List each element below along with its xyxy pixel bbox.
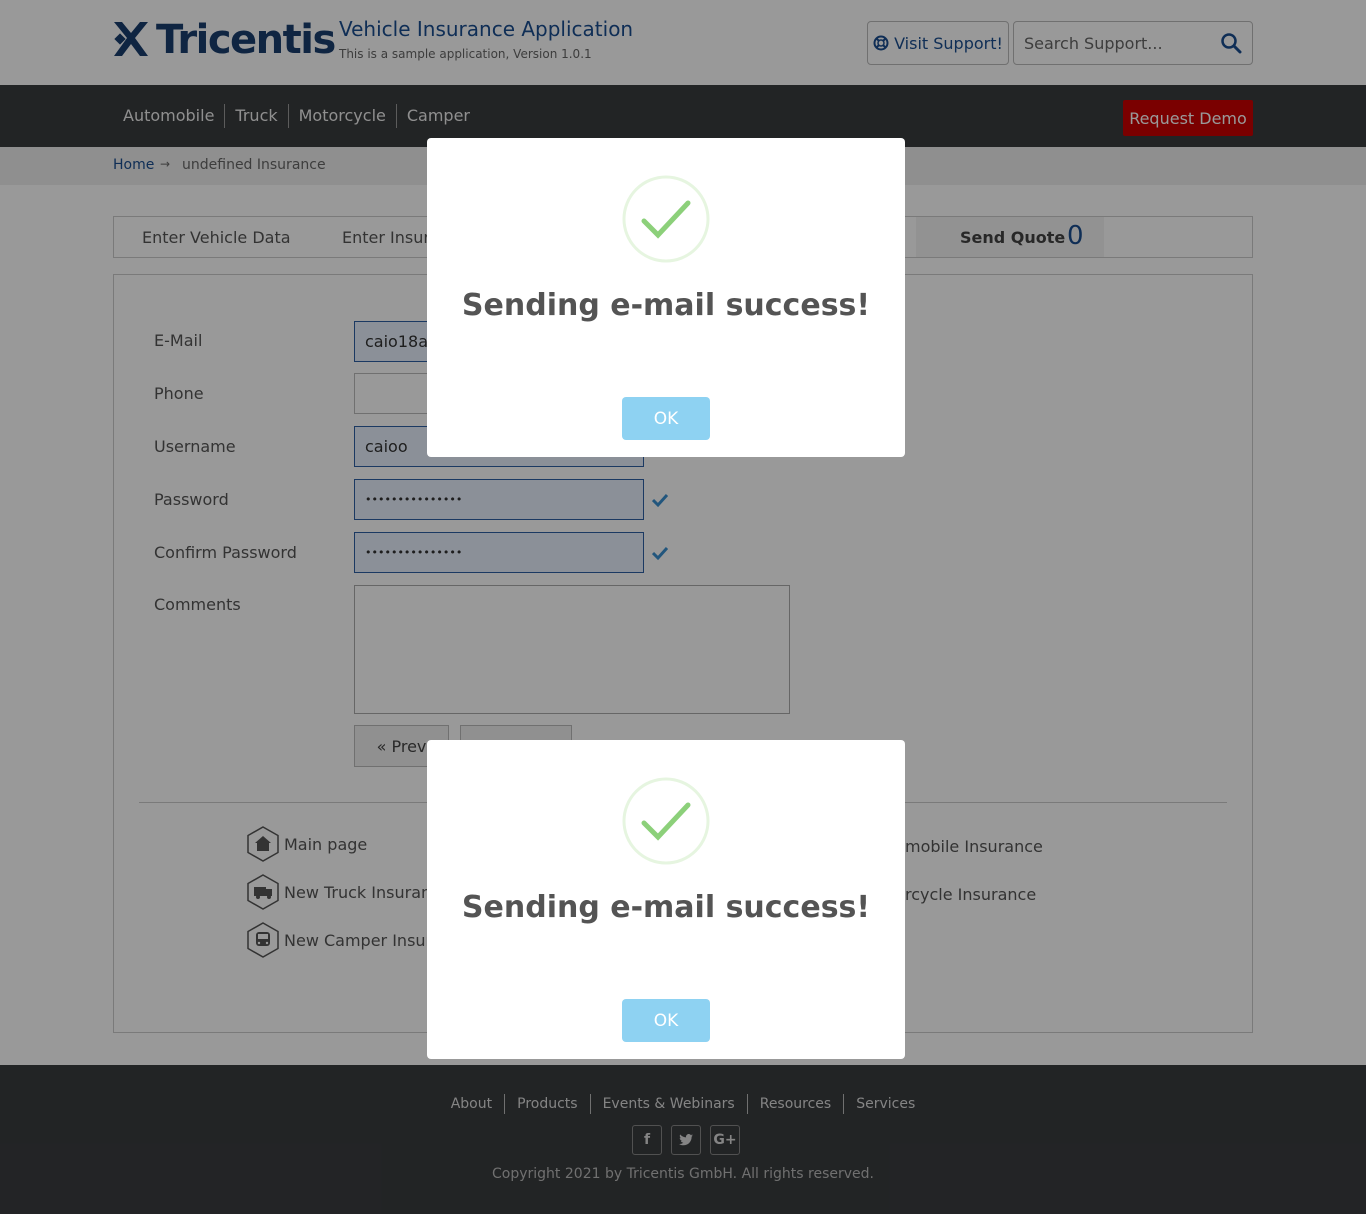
dialog-title: Sending e-mail success! <box>461 288 871 323</box>
success-dialog: Sending e-mail success! OK <box>427 740 905 1059</box>
ok-button[interactable]: OK <box>622 397 710 440</box>
success-check-icon <box>622 777 710 865</box>
dialog-title: Sending e-mail success! <box>461 890 871 925</box>
ok-button[interactable]: OK <box>622 999 710 1042</box>
success-dialog: Sending e-mail success! OK <box>427 138 905 457</box>
success-check-icon <box>622 175 710 263</box>
